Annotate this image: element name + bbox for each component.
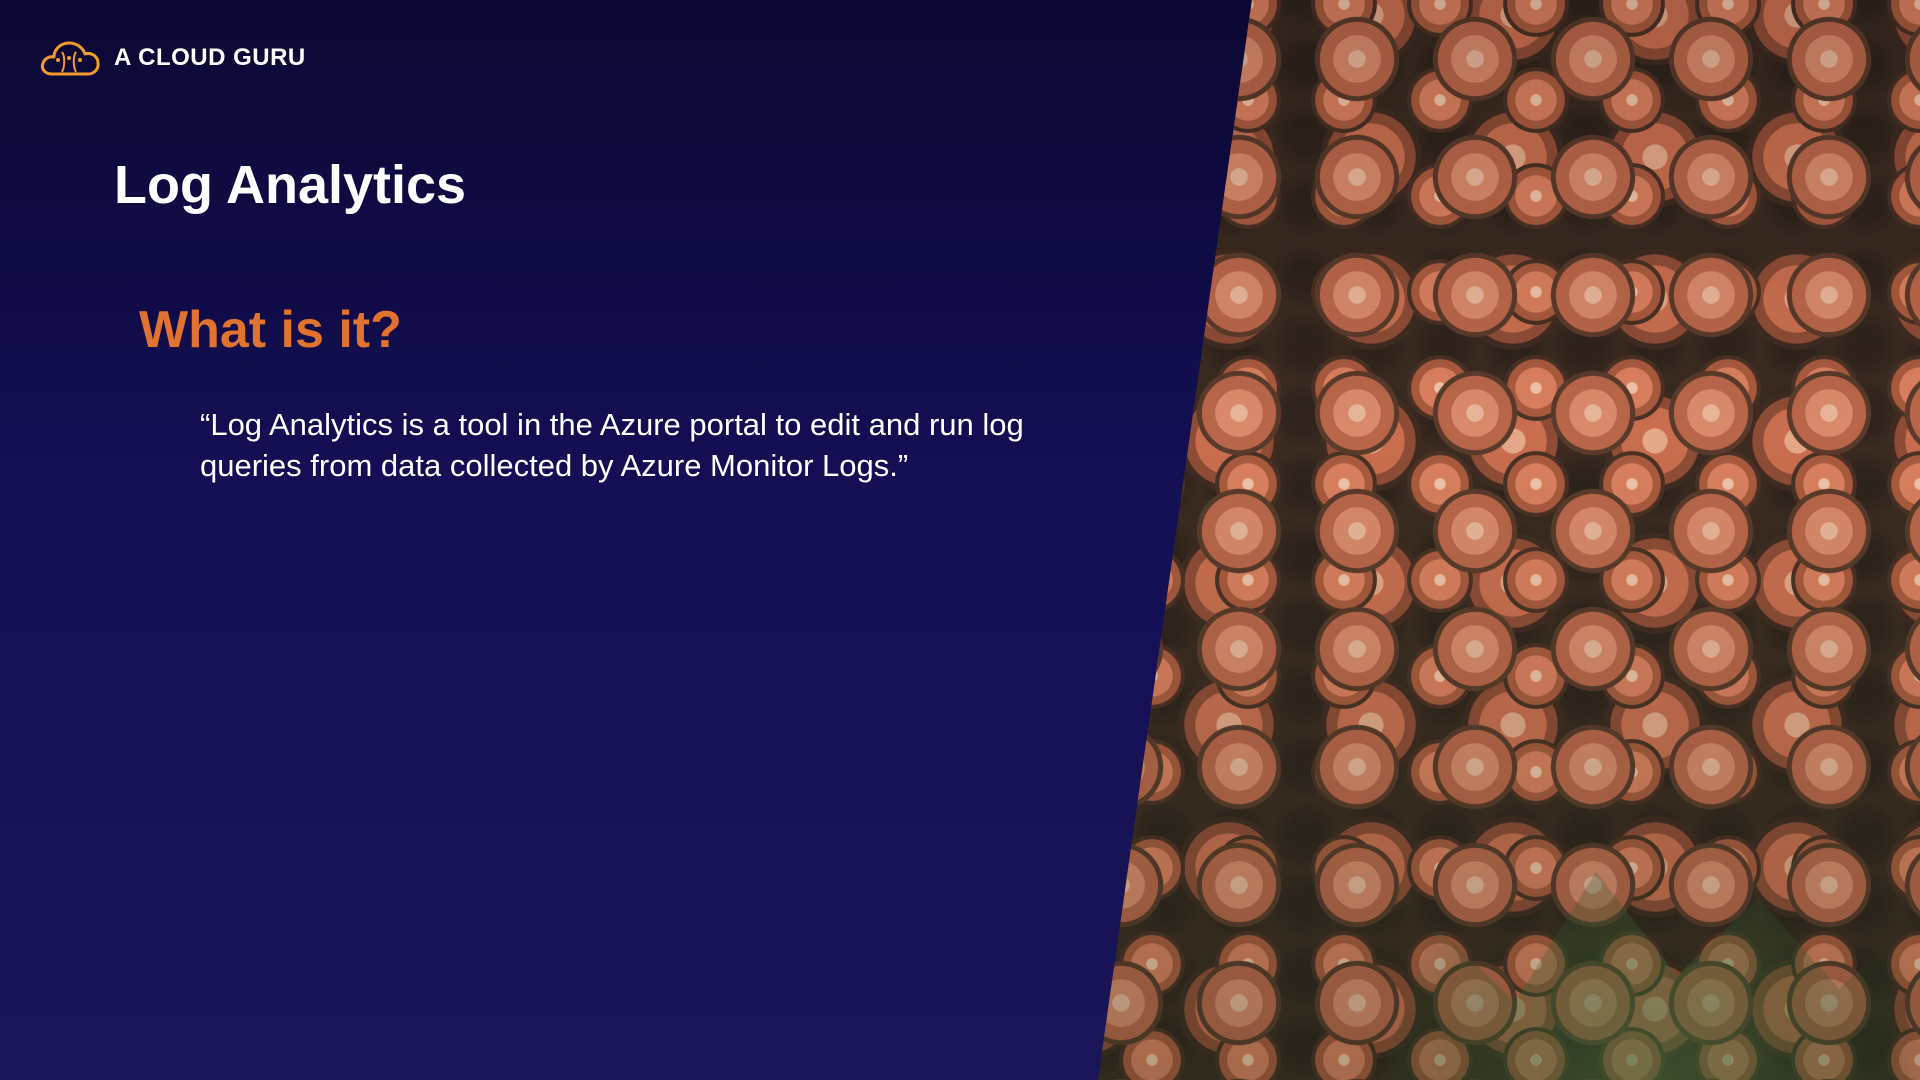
brand: A CLOUD GURU	[38, 36, 306, 80]
quote-line-1: “Log Analytics is a tool in the Azure po…	[200, 407, 1024, 442]
quote-line-2: queries from data collected by Azure Mon…	[200, 448, 909, 483]
section-heading: What is it?	[139, 301, 402, 359]
definition-quote: “Log Analytics is a tool in the Azure po…	[200, 404, 1130, 486]
slide-title: Log Analytics	[114, 155, 467, 215]
cloud-logo-icon	[40, 41, 100, 76]
slide: A CLOUD GURU Log Analytics What is it? “…	[0, 0, 1920, 1080]
brand-name: A CLOUD GURU	[114, 44, 306, 71]
